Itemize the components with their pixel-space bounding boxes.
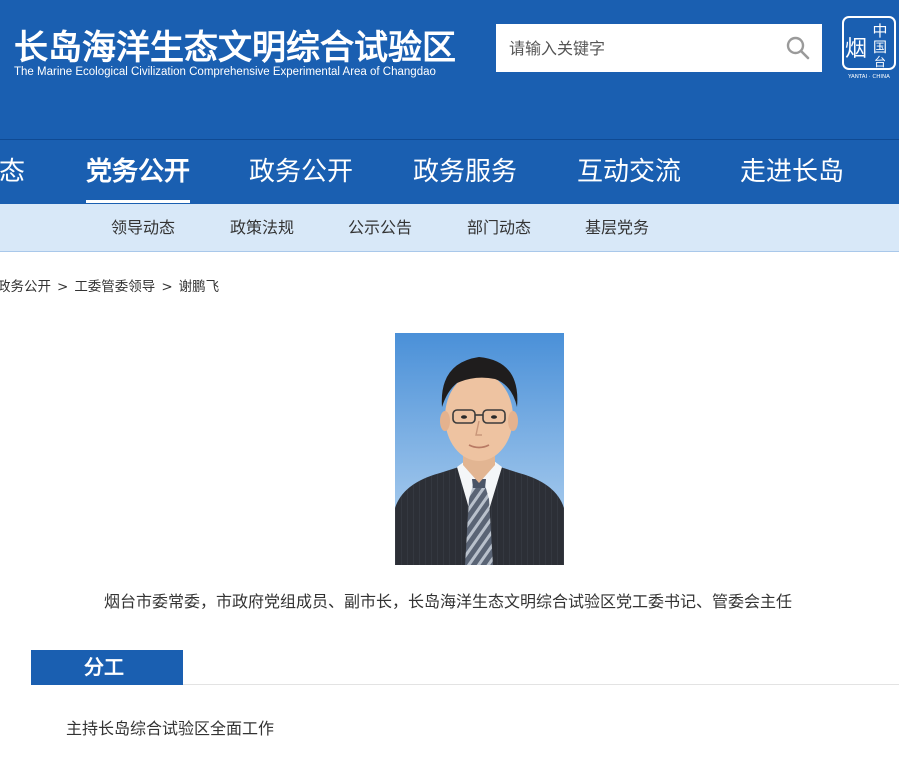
nav-item-interaction[interactable]: 互动交流: [577, 140, 681, 204]
seal-caption: YANTAI · CHINA: [847, 74, 890, 80]
breadcrumb-item-leaders[interactable]: 工委管委领导: [74, 279, 155, 295]
subnav-item-leader-news[interactable]: 领导动态: [111, 204, 175, 251]
breadcrumb-separator: >: [57, 279, 69, 295]
nav-item-about-changdao[interactable]: 走进长岛: [740, 140, 844, 204]
site-header: 长岛海洋生态文明综合试验区 The Marine Ecological Civi…: [0, 0, 899, 140]
site-subtitle: The Marine Ecological Civilization Compr…: [14, 66, 436, 78]
sub-nav: 领导动态 政策法规 公示公告 部门动态 基层党务: [0, 204, 899, 252]
nav-item-partial[interactable]: 态: [0, 140, 25, 204]
section-title-duties: 分工: [31, 650, 183, 685]
subnav-item-department-news[interactable]: 部门动态: [467, 204, 531, 251]
breadcrumb-item-current: 谢鹏飞: [178, 279, 220, 295]
leader-portrait: [395, 333, 564, 565]
site-title[interactable]: 长岛海洋生态文明综合试验区: [14, 20, 456, 69]
subnav-item-policies[interactable]: 政策法规: [230, 204, 294, 251]
seal-char-main: 烟: [845, 37, 867, 62]
seal-char-mid: 国: [873, 40, 887, 56]
nav-item-party-affairs[interactable]: 党务公开: [86, 140, 190, 204]
nav-active-underline: [86, 200, 190, 203]
search-input[interactable]: [496, 24, 766, 72]
subnav-item-announcements[interactable]: 公示公告: [348, 204, 412, 251]
search-box: [496, 24, 822, 72]
nav-item-government-affairs[interactable]: 政务公开: [249, 140, 353, 204]
seal-char-top: 中: [872, 22, 887, 40]
nav-item-government-services[interactable]: 政务服务: [413, 140, 517, 204]
subnav-item-grassroots-party[interactable]: 基层党务: [585, 204, 649, 251]
yantai-china-seal-icon: 烟 中 国 台 YANTAI · CHINA: [842, 16, 896, 80]
breadcrumb-separator: >: [161, 279, 173, 295]
breadcrumb-item-government-affairs[interactable]: 政务公开: [0, 279, 51, 295]
seal-char-bottom: 台: [874, 54, 886, 69]
search-icon[interactable]: [784, 34, 812, 62]
main-nav: 态 党务公开 政务公开 政务服务 互动交流 走进长岛: [0, 140, 899, 204]
leader-position-caption: 烟台市委常委，市政府党组成员、副市长，长岛海洋生态文明综合试验区党工委书记、管委…: [104, 592, 793, 611]
breadcrumb: 政务公开 > 工委管委领导 > 谢鹏飞: [0, 277, 219, 297]
duty-text: 主持长岛综合试验区全面工作: [66, 719, 275, 738]
